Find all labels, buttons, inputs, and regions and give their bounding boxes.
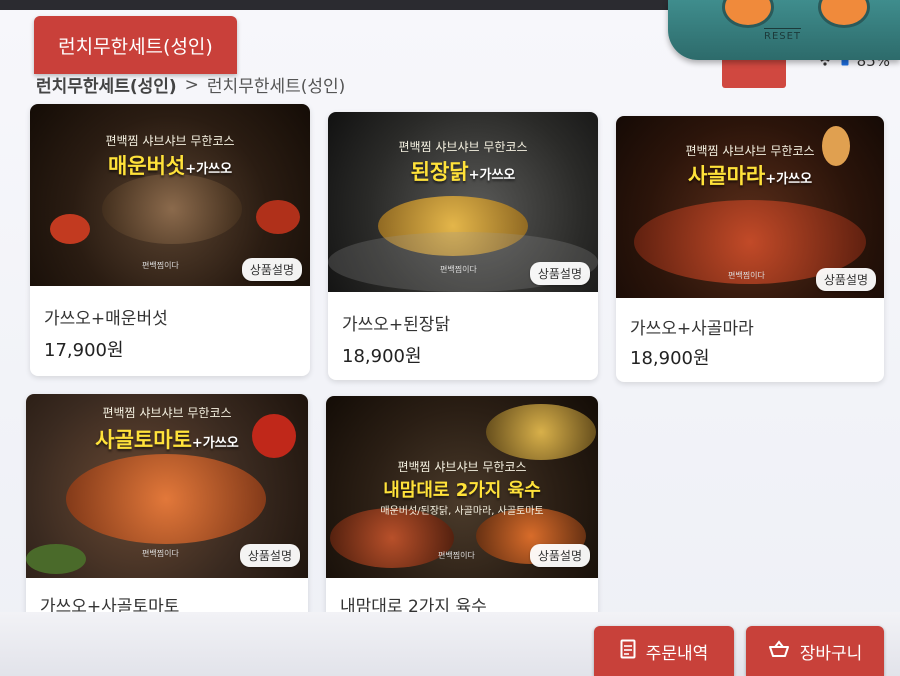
promo-subtitle: 편백찜 샤브샤브 무한코스 [398, 140, 528, 154]
product-price: 17,900원 [44, 340, 124, 361]
brand-logo: 편백찜이다 [440, 265, 477, 274]
device-button [722, 0, 774, 28]
breadcrumb: 런치무한세트(성인) > 런치무한세트(성인) [36, 72, 346, 98]
cart-button[interactable]: 장바구니 [746, 626, 884, 676]
product-card[interactable]: 편백찜 샤브샤브 무한코스 사골토마토+가쓰오 편백찜이다 상품설명 가쓰오+사… [26, 394, 308, 620]
promo-subtitle: 편백찜 샤브샤브 무한코스 [397, 460, 527, 474]
product-card[interactable]: 편백찜 샤브샤브 무한코스 된장닭+가쓰오 편백찜이다 상품설명 가쓰오+된장닭… [328, 112, 598, 380]
promo-title-main: 사골토마토 [95, 428, 192, 452]
breadcrumb-separator: > [184, 74, 199, 95]
promo-subtitle: 편백찜 샤브샤브 무한코스 [105, 134, 235, 148]
brand-logo: 편백찜이다 [142, 549, 179, 558]
promo-title-main: 매운버섯 [107, 154, 186, 178]
promo-note: 매운버섯/된장닭, 사골마라, 사골토마토 [380, 506, 544, 517]
brand-logo: 편백찜이다 [142, 261, 179, 270]
promo-title-main: 내맘대로 2가지 육수 [383, 480, 541, 501]
product-price: 18,900원 [342, 346, 422, 367]
promo-title-plus: +가쓰오 [468, 168, 516, 183]
cart-label: 장바구니 [799, 643, 863, 664]
product-name: 가쓰오+매운버섯 [44, 309, 168, 329]
product-card[interactable]: 편백찜 샤브샤브 무한코스 내맘대로 2가지 육수 매운버섯/된장닭, 사골마라… [326, 396, 598, 620]
order-history-button[interactable]: 주문내역 [594, 626, 734, 676]
order-history-label: 주문내역 [645, 643, 709, 664]
promo-title-plus: +가쓰오 [765, 172, 813, 187]
promo-subtitle: 편백찜 샤브샤브 무한코스 [685, 144, 815, 158]
brand-logo: 편백찜이다 [728, 271, 765, 280]
product-card[interactable]: 편백찜 샤브샤브 무한코스 사골마라+가쓰오 편백찜이다 상품설명 가쓰오+사골… [616, 116, 884, 382]
product-description-button[interactable]: 상품설명 [815, 268, 876, 291]
promo-title: 된장닭+가쓰오 [328, 156, 598, 186]
product-card[interactable]: 편백찜 샤브샤브 무한코스 매운버섯+가쓰오 편백찜이다 상품설명 가쓰오+매운… [30, 104, 310, 376]
brand-logo: 편백찜이다 [438, 551, 475, 560]
product-name: 가쓰오+된장닭 [342, 315, 451, 335]
breadcrumb-current: 런치무한세트(성인) [206, 77, 346, 97]
device-button [818, 0, 870, 28]
product-name: 가쓰오+사골마라 [630, 319, 754, 339]
promo-title: 사골마라+가쓰오 [616, 160, 884, 190]
promo-title: 매운버섯+가쓰오 [30, 150, 310, 180]
promo-title-plus: +가쓰오 [191, 436, 239, 451]
promo-title-main: 사골마라 [687, 164, 766, 188]
promo-title-main: 된장닭 [410, 160, 469, 184]
product-price: 18,900원 [630, 348, 710, 369]
promo-title: 사골토마토+가쓰오 [26, 424, 308, 454]
device-reset-label: RESET [764, 28, 802, 42]
receipt-icon [620, 639, 636, 664]
product-description-button[interactable]: 상품설명 [529, 262, 590, 285]
category-tab-lunch-set[interactable]: 런치무한세트(성인) [34, 16, 237, 74]
product-description-button[interactable]: 상품설명 [529, 544, 590, 567]
product-description-button[interactable]: 상품설명 [239, 544, 300, 567]
breadcrumb-category[interactable]: 런치무한세트(성인) [36, 72, 177, 97]
physical-device: RESET [668, 0, 900, 60]
promo-title-plus: +가쓰오 [185, 162, 233, 177]
promo-subtitle: 편백찜 샤브샤브 무한코스 [102, 406, 232, 420]
promo-title: 내맘대로 2가지 육수 [326, 476, 598, 502]
basket-icon [768, 639, 790, 663]
product-description-button[interactable]: 상품설명 [241, 258, 302, 281]
